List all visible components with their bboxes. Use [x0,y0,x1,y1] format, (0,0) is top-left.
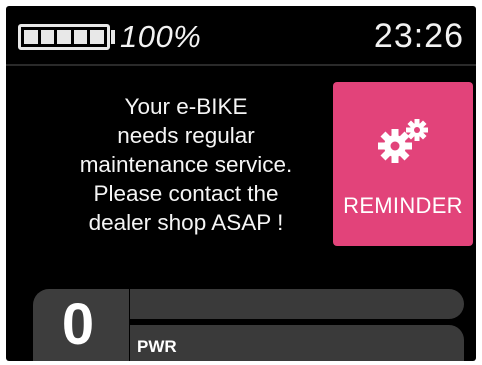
reminder-label: REMINDER [343,193,463,218]
battery-icon [18,24,110,50]
status-divider [6,64,476,66]
battery-cell [57,30,71,44]
battery-cell [24,30,38,44]
power-value: 0 [61,292,95,357]
status-bar: 100% 23:26 [6,6,476,64]
power-value-box: 0 [33,289,129,361]
mode-label: PWR [137,337,177,356]
battery-percent: 100% [120,19,202,54]
power-bar [130,289,464,319]
battery-tip [111,30,115,44]
mode-bar: PWR [130,325,464,361]
reminder-card[interactable]: REMINDER [333,82,473,246]
display-screen: 100% 23:26 Your e-BIKE needs regular mai… [6,6,476,361]
clock: 23:26 [373,17,464,55]
gears-icon [378,119,428,163]
maintenance-message: Your e-BIKE needs regular maintenance se… [79,94,293,235]
battery-cell [90,30,104,44]
battery-cell [40,30,55,44]
battery-cell [73,30,88,44]
